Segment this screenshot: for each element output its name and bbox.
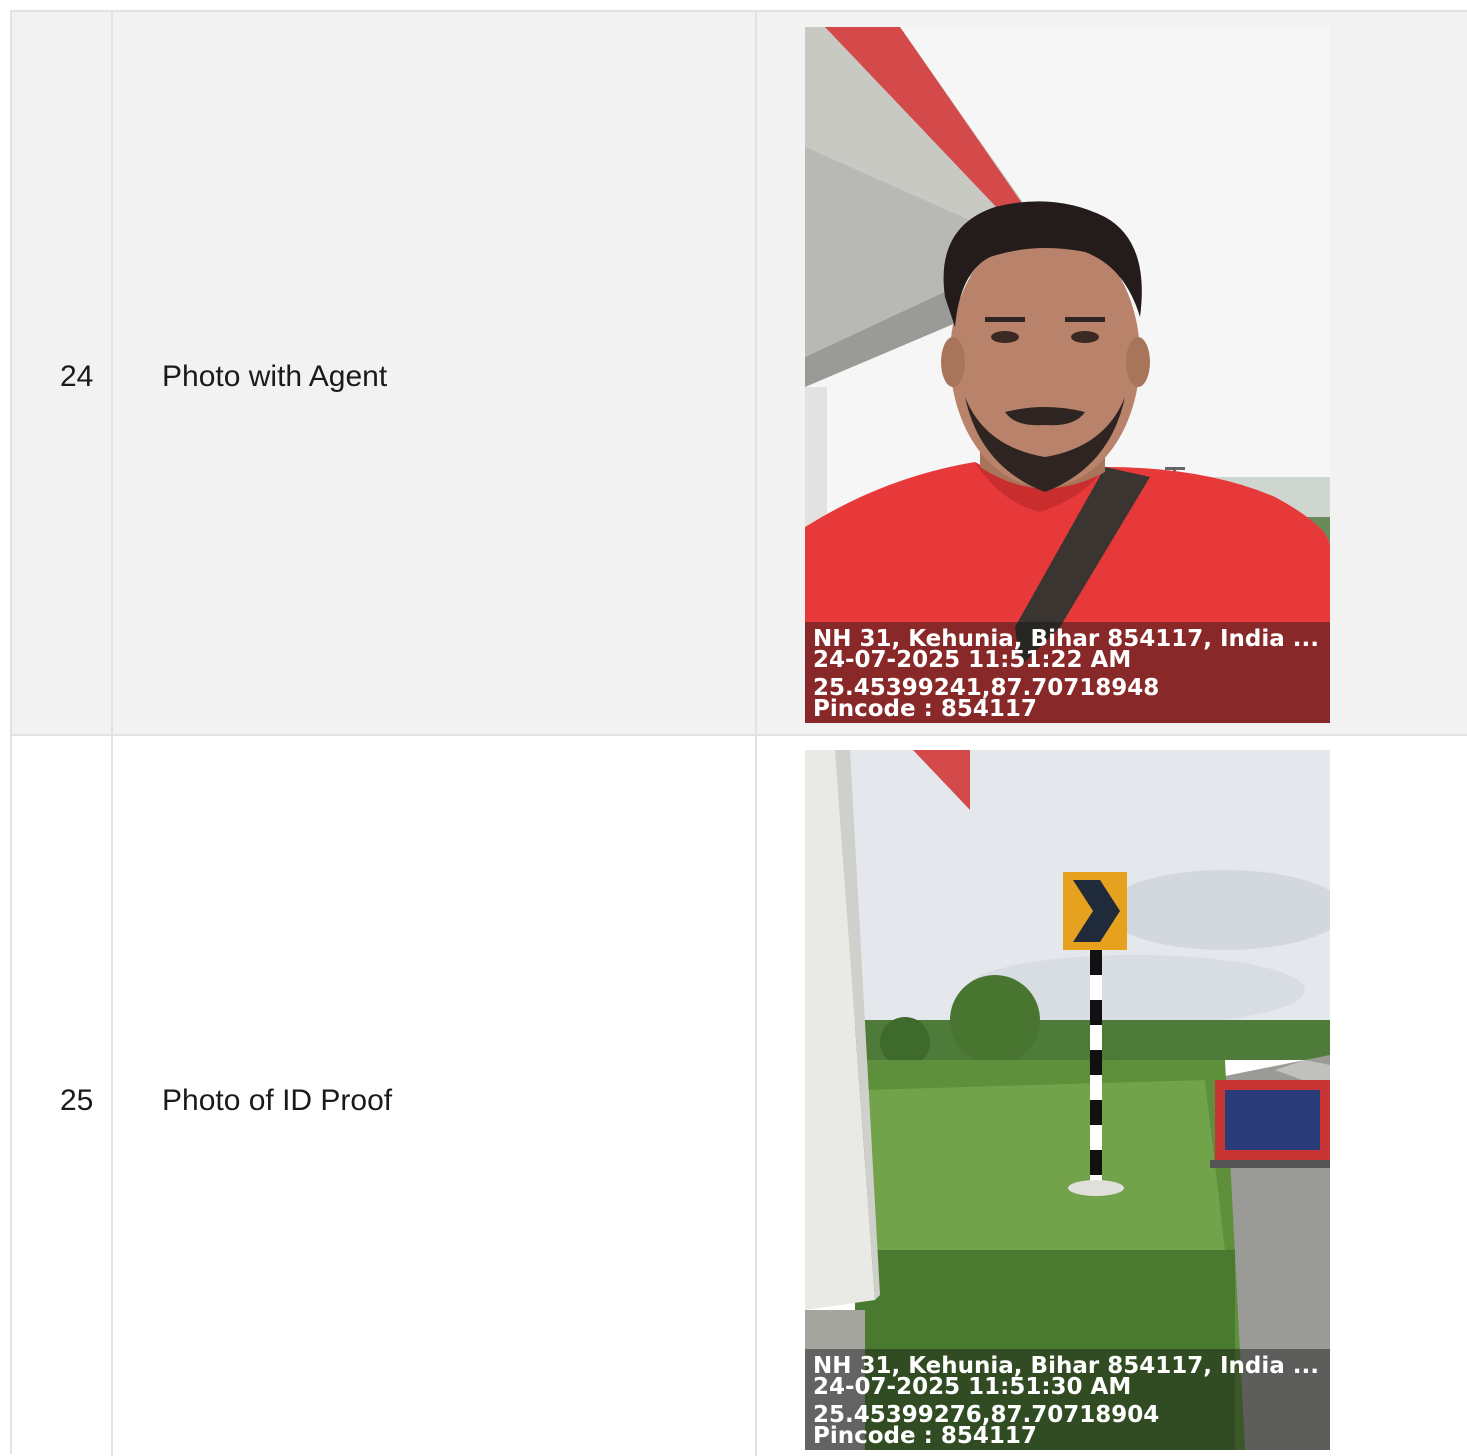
geo-stamp: NH 31, Kehunia, Bihar 854117, India ... … [805, 1349, 1330, 1450]
row-label-cell: Photo with Agent [113, 12, 757, 734]
stamp-pincode: Pincode : 854117 [813, 1423, 1037, 1449]
document-table: 24 Photo with Agent NH 31, Kehunia, Biha… [10, 10, 1467, 1456]
row-label: Photo of ID Proof [162, 1084, 393, 1117]
row-number: 25 [60, 1084, 94, 1117]
stamp-coords: 25.45399241,87.70718948 [813, 675, 1160, 701]
stamp-coords: 25.45399276,87.70718904 [813, 1402, 1160, 1428]
stamp-address: NH 31, Kehunia, Bihar 854117, India ... [813, 626, 1319, 652]
table-row: 25 Photo of ID Proof NH 31, Kehunia, Bih… [12, 736, 1467, 1456]
stamp-address: NH 31, Kehunia, Bihar 854117, India ... [813, 1353, 1319, 1379]
id-proof-photo: NH 31, Kehunia, Bihar 854117, India ... … [805, 750, 1330, 1450]
row-photo-cell: NH 31, Kehunia, Bihar 854117, India ... … [757, 736, 1467, 1456]
table-row: 24 Photo with Agent NH 31, Kehunia, Biha… [12, 12, 1467, 736]
stamp-datetime: 24-07-2025 11:51:30 AM [813, 1374, 1132, 1400]
agent-photo: NH 31, Kehunia, Bihar 854117, India ... … [805, 27, 1330, 723]
row-photo-cell: NH 31, Kehunia, Bihar 854117, India ... … [757, 12, 1467, 734]
row-number: 24 [60, 360, 94, 393]
row-number-cell: 25 [12, 736, 113, 1456]
geo-stamp: NH 31, Kehunia, Bihar 854117, India ... … [805, 622, 1330, 723]
stamp-pincode: Pincode : 854117 [813, 696, 1037, 722]
stamp-datetime: 24-07-2025 11:51:22 AM [813, 647, 1132, 673]
row-label-cell: Photo of ID Proof [113, 736, 757, 1456]
row-label: Photo with Agent [162, 360, 388, 393]
row-number-cell: 24 [12, 12, 113, 734]
